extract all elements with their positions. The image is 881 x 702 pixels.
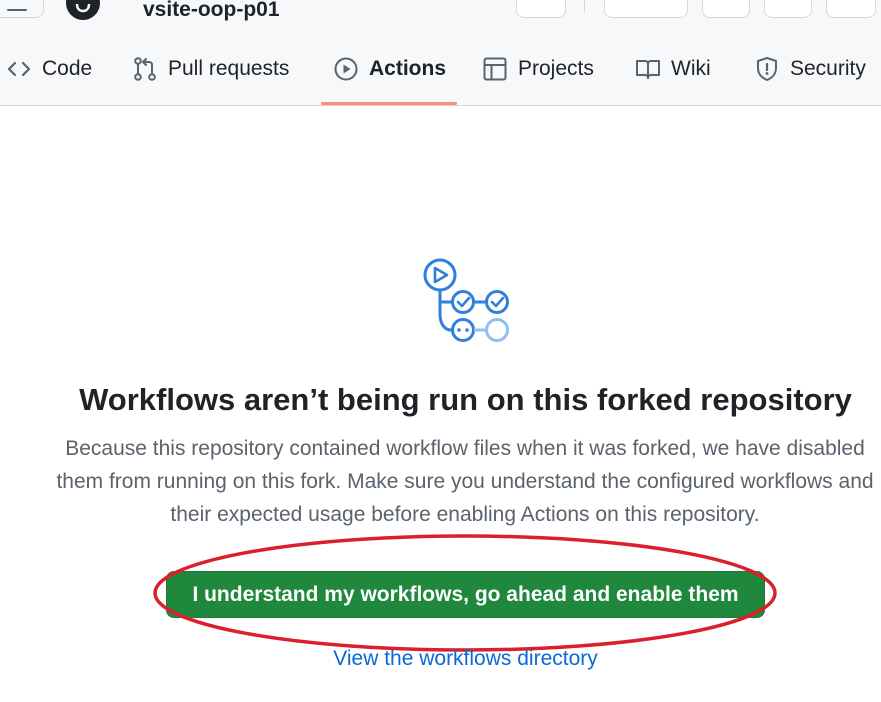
tab-actions[interactable]: Actions <box>333 46 446 92</box>
search-button[interactable] <box>516 0 566 18</box>
top-header: vsite-oop-p01 <box>0 0 881 30</box>
pull-requests-button[interactable] <box>764 0 812 18</box>
enable-workflows-button[interactable]: I understand my workflows, go ahead and … <box>166 571 765 618</box>
tab-code[interactable]: Code <box>6 46 92 92</box>
tab-pull-requests[interactable]: Pull requests <box>132 46 289 92</box>
workflows-directory-link[interactable]: View the workflows directory <box>0 647 881 671</box>
tab-label: Code <box>42 57 93 80</box>
repo-name-link[interactable]: vsite-oop-p01 <box>143 0 280 22</box>
code-icon <box>7 61 31 77</box>
tab-security[interactable]: Security <box>754 46 866 92</box>
active-tab-indicator <box>321 102 457 105</box>
notifications-button[interactable] <box>826 0 876 18</box>
header-divider <box>584 0 585 12</box>
tab-label: Wiki <box>671 57 711 80</box>
empty-state-description: Because this repository contained workfl… <box>56 437 874 526</box>
shield-icon <box>757 57 777 81</box>
tab-label: Security <box>790 57 866 80</box>
hamburger-icon <box>7 9 27 11</box>
tab-label: Actions <box>369 57 447 80</box>
git-pull-request-icon <box>134 57 156 81</box>
tab-wiki[interactable]: Wiki <box>635 46 711 92</box>
tab-label: Projects <box>518 57 594 80</box>
tab-projects[interactable]: Projects <box>482 46 594 92</box>
issues-button[interactable] <box>702 0 750 18</box>
table-icon <box>483 57 507 81</box>
book-icon <box>636 60 660 79</box>
empty-state-title: Workflows aren’t being run on this forke… <box>79 382 852 417</box>
play-circle-icon <box>334 57 358 81</box>
actions-workflow-icon <box>423 258 509 342</box>
menu-button[interactable] <box>0 0 44 18</box>
repo-nav: Code Pull requests Actions Projects Wiki… <box>0 30 881 106</box>
command-palette-button[interactable] <box>604 0 688 18</box>
app-window: vsite-oop-p01 Code Pull requests Actions… <box>0 0 881 702</box>
tab-label: Pull requests <box>168 57 290 80</box>
github-logo-icon[interactable] <box>66 0 100 20</box>
